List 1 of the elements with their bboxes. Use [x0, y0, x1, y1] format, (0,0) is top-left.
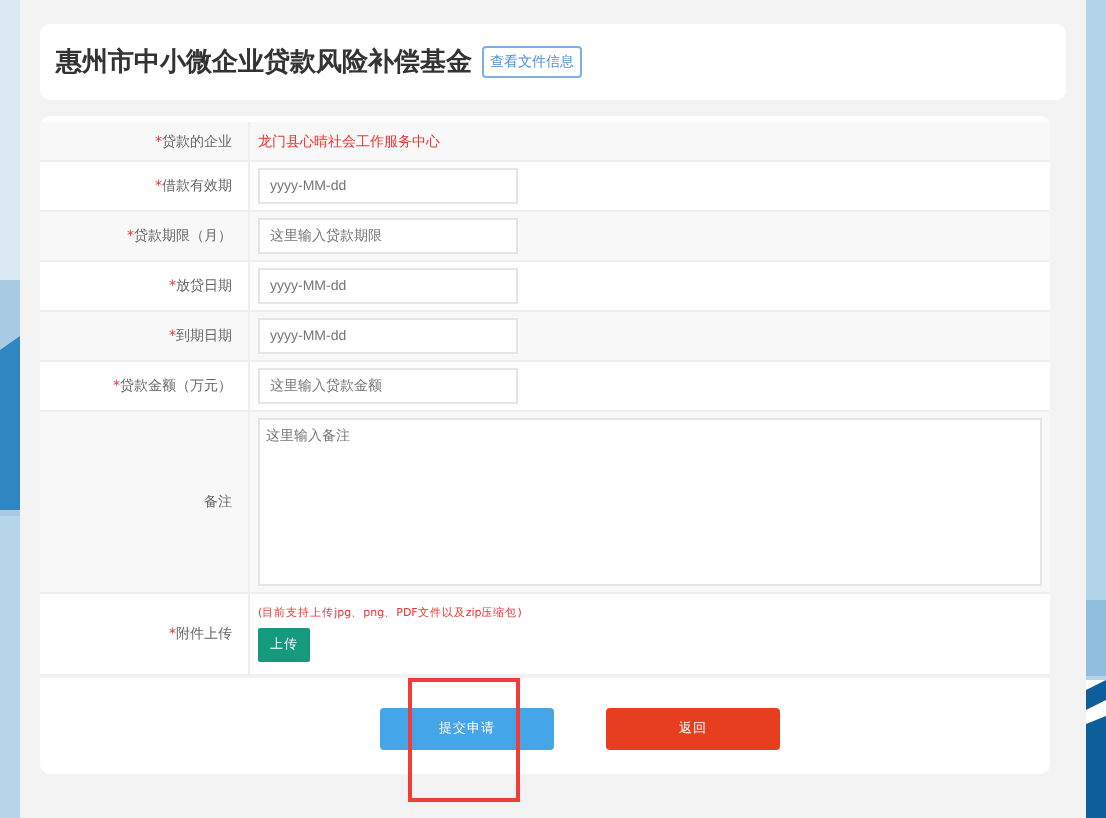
- page-title: 惠州市中小微企业贷款风险补偿基金: [56, 45, 472, 80]
